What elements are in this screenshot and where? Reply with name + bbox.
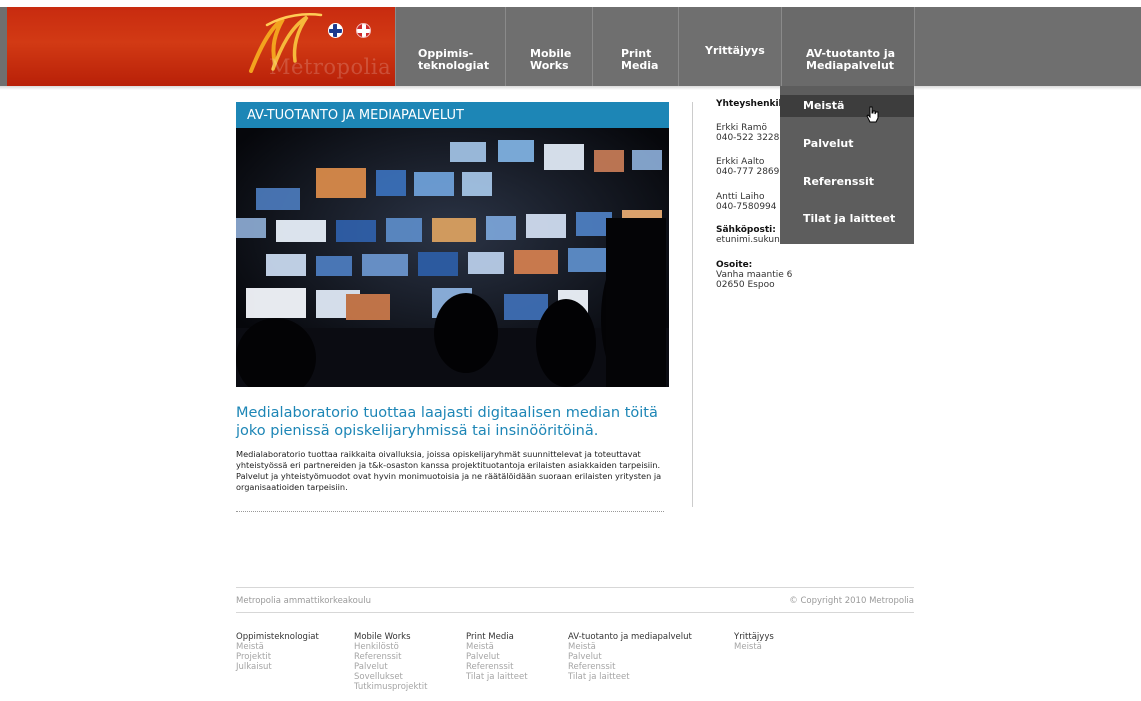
nav-item-av-tuotanto[interactable]: AV-tuotanto ja Mediapalvelut [781,7,914,86]
finnish-flag-icon[interactable] [328,23,343,38]
footer-column: AV-tuotanto ja mediapalvelut Meistä Palv… [568,632,692,682]
contact-name: Erkki Aalto [716,157,765,167]
av-dropdown-menu: Meistä Palvelut Referenssit Tilat ja lai… [780,86,914,244]
address-block: Osoite: Vanha maantie 6 02650 Espoo [716,260,792,290]
footer-link[interactable]: Referenssit [354,652,427,662]
body-paragraph: Medialaboratorio tuottaa raikkaita oival… [236,449,662,492]
header-brand-area: Metropolia [7,7,395,86]
footer-link[interactable]: Meistä [466,642,528,652]
nav-item-label: Print Media [621,47,659,72]
logo-text: Metropolia [269,55,392,79]
contact-phone: 040-7580994 [716,202,777,212]
dropdown-item-palvelut[interactable]: Palvelut [780,133,914,155]
contact-person: Antti Laiho 040-7580994 [716,192,777,212]
address-line: 02650 Espoo [716,280,775,290]
footer-column-heading[interactable]: Mobile Works [354,632,427,642]
footer-column-heading[interactable]: Print Media [466,632,528,642]
nav-item-label: Oppimis- teknologiat [418,47,490,72]
footer-link[interactable]: Meistä [568,642,692,652]
lead-paragraph: Medialaboratorio tuottaa laajasti digita… [236,405,658,439]
footer-link[interactable]: Referenssit [466,662,528,672]
footer-link[interactable]: Projektit [236,652,319,662]
column-divider [692,102,693,507]
hand-cursor-icon [866,106,879,123]
nav-item-label: Mobile Works [530,47,572,72]
footer-copyright: © Copyright 2010 Metropolia [789,596,914,606]
contact-person: Erkki Ramö 040-522 3228 [716,123,779,143]
footer-link[interactable]: Meistä [236,642,319,652]
main-nav: Oppimis- teknologiat Mobile Works Print … [395,7,915,86]
dropdown-item-referenssit[interactable]: Referenssit [780,171,914,193]
footer-link[interactable]: Meistä [734,642,774,652]
address-label: Osoite: [716,260,753,270]
footer-column: Print Media Meistä Palvelut Referenssit … [466,632,528,682]
contact-phone: 040-522 3228 [716,133,780,143]
footer-link[interactable]: Palvelut [466,652,528,662]
footer-column: Yrittäjyys Meistä [734,632,774,652]
footer-link[interactable]: Palvelut [354,662,427,672]
footer-link[interactable]: Referenssit [568,662,692,672]
nav-item-oppimisteknologiat[interactable]: Oppimis- teknologiat [395,7,505,86]
footer-column: Oppimisteknologiat Meistä Projektit Julk… [236,632,319,672]
address-line: Vanha maantie 6 [716,270,793,280]
nav-item-yrittajyys[interactable]: Yrittäjyys [678,7,781,86]
contact-phone: 040-777 2869 [716,167,780,177]
footer-column-heading[interactable]: Oppimisteknologiat [236,632,319,642]
control-room-photo [236,128,669,387]
header-shadow [0,86,1141,90]
footer-column-heading[interactable]: AV-tuotanto ja mediapalvelut [568,632,692,642]
footer-divider [236,587,914,588]
hero-image [236,128,669,387]
dotted-divider [236,511,664,512]
contact-person: Erkki Aalto 040-777 2869 [716,157,779,177]
footer-link[interactable]: Tutkimusprojektit [354,682,427,692]
contact-name: Antti Laiho [716,192,765,202]
footer-link[interactable]: Julkaisut [236,662,319,672]
nav-item-label: AV-tuotanto ja Mediapalvelut [806,47,896,72]
footer-divider [236,612,914,613]
dropdown-item-tilat-ja-laitteet[interactable]: Tilat ja laitteet [780,208,914,230]
footer-column-heading[interactable]: Yrittäjyys [734,632,774,642]
section-title: AV-TUOTANTO JA MEDIAPALVELUT [236,102,669,128]
contact-name: Erkki Ramö [716,123,768,133]
metropolia-logo[interactable]: Metropolia [245,11,395,83]
nav-item-mobile-works[interactable]: Mobile Works [505,7,592,86]
english-flag-icon[interactable] [356,23,371,38]
dropdown-item-meista[interactable]: Meistä [780,95,914,117]
footer-column: Mobile Works Henkilöstö Referenssit Palv… [354,632,427,692]
footer-link[interactable]: Tilat ja laitteet [466,672,528,682]
nav-item-label: Yrittäjyys [705,43,765,57]
footer-link[interactable]: Tilat ja laitteet [568,672,692,682]
footer-link[interactable]: Palvelut [568,652,692,662]
nav-item-print-media[interactable]: Print Media [592,7,678,86]
header: Metropolia Oppimis- teknologiat Mobile W… [0,7,1141,86]
footer-link[interactable]: Sovellukset [354,672,427,682]
footer-org: Metropolia ammattikorkeakoulu [236,596,371,606]
nav-divider [914,7,915,86]
footer-link[interactable]: Henkilöstö [354,642,427,652]
